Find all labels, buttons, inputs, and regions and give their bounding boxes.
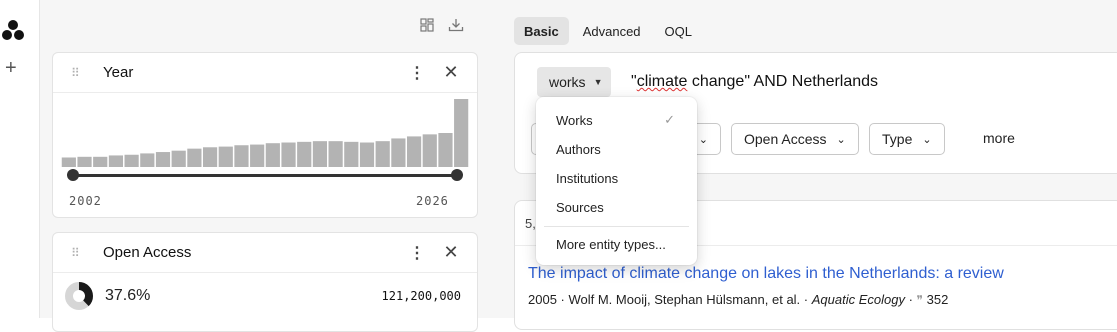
histogram-bar <box>202 147 218 167</box>
year-card-header: ⠿ Year ⋮ ✕ <box>53 53 477 93</box>
result-venue[interactable]: Aquatic Ecology <box>812 292 905 307</box>
menu-item-works[interactable]: Works <box>556 113 593 128</box>
histogram-bar <box>344 141 359 167</box>
histogram-bar <box>375 141 390 167</box>
open-access-donut-chart <box>65 282 93 310</box>
histogram-bar <box>406 136 422 167</box>
year-histogram <box>61 99 469 167</box>
tab-advanced[interactable]: Advanced <box>573 17 651 45</box>
layout-grid-icon[interactable] <box>420 18 434 32</box>
open-access-percent: 37.6% <box>105 287 151 304</box>
download-icon[interactable] <box>448 18 464 32</box>
entity-select-label: works <box>549 74 586 90</box>
app-logo-icon[interactable] <box>2 19 24 41</box>
left-rail: + <box>0 0 40 318</box>
menu-item-more-entity-types[interactable]: More entity types... <box>556 237 666 252</box>
open-access-filter-card: ⠿ Open Access ⋮ ✕ 37.6% 121,200,000 <box>52 232 478 332</box>
result-meta-separator: · <box>904 292 917 307</box>
open-access-card-header: ⠿ Open Access ⋮ ✕ <box>53 233 477 273</box>
result-title-link[interactable]: The impact of climate change on lakes in… <box>528 265 1004 283</box>
query-rest: change" AND Netherlands <box>687 73 879 90</box>
histogram-bar <box>312 141 328 167</box>
filter-panel: ⠿ Year ⋮ ✕ 2002 2026 ⠿ Open Access ⋮ ✕ 3… <box>40 0 498 332</box>
caret-down-icon: ▼ <box>593 77 603 87</box>
year-filter-card: ⠿ Year ⋮ ✕ 2002 2026 <box>52 52 478 218</box>
histogram-bar <box>61 157 76 167</box>
check-icon: ✓ <box>664 112 675 127</box>
filter-open-access-button[interactable]: Open Access ⌄ <box>731 123 859 155</box>
query-misspelled-word: climate <box>636 73 688 90</box>
close-icon[interactable]: ✕ <box>441 62 461 83</box>
histogram-bar <box>124 154 139 167</box>
year-range-start-handle[interactable] <box>67 169 79 181</box>
histogram-bar <box>422 134 437 167</box>
drag-handle-icon[interactable]: ⠿ <box>71 66 91 80</box>
menu-item-sources[interactable]: Sources <box>556 200 604 215</box>
query-mode-tabs: Basic Advanced OQL <box>514 17 702 45</box>
histogram-bar <box>155 152 171 167</box>
panel-tools <box>420 18 464 32</box>
filter-type-label: Type <box>882 131 913 147</box>
year-card-title: Year <box>103 64 134 81</box>
histogram-bar <box>328 141 343 167</box>
drag-handle-icon[interactable]: ⠿ <box>71 246 91 260</box>
tab-oql[interactable]: OQL <box>655 17 702 45</box>
menu-item-authors[interactable]: Authors <box>556 142 601 157</box>
open-access-row[interactable]: 37.6% 121,200,000 <box>53 273 477 319</box>
histogram-bar <box>93 156 108 167</box>
histogram-bar <box>454 99 469 167</box>
histogram-bar <box>250 144 265 167</box>
histogram-bar <box>140 153 155 167</box>
menu-item-institutions[interactable]: Institutions <box>556 171 618 186</box>
result-meta: 2005 · Wolf M. Mooij, Stephan Hülsmann, … <box>528 292 948 307</box>
histogram-bar <box>265 143 280 167</box>
more-filters-link[interactable]: more <box>983 130 1015 146</box>
histogram-bar <box>359 142 375 167</box>
histogram-bar <box>234 145 249 167</box>
chevron-down-icon: ⌄ <box>922 133 932 146</box>
results-count: 5, <box>525 216 536 231</box>
more-options-icon[interactable]: ⋮ <box>407 63 427 83</box>
filter-type-button[interactable]: Type ⌄ <box>869 123 945 155</box>
chevron-down-icon: ⌄ <box>836 133 846 146</box>
tab-basic[interactable]: Basic <box>514 17 569 45</box>
more-options-icon[interactable]: ⋮ <box>407 243 427 263</box>
filter-open-access-label: Open Access <box>744 131 827 147</box>
histogram-bar <box>218 146 233 167</box>
result-meta-authors: 2005 · Wolf M. Mooij, Stephan Hülsmann, … <box>528 292 812 307</box>
chevron-down-icon: ⌄ <box>698 133 708 146</box>
citation-quote-icon: ❞ <box>916 293 923 307</box>
histogram-bar <box>281 142 296 167</box>
histogram-bar <box>171 150 186 167</box>
year-range-end-label: 2026 <box>416 194 449 208</box>
open-access-count: 121,200,000 <box>381 289 461 303</box>
menu-divider <box>544 226 689 227</box>
histogram-bar <box>391 138 406 167</box>
histogram-bar <box>187 148 202 167</box>
entity-dropdown-menu: Works ✓ Authors Institutions Sources Mor… <box>536 97 697 265</box>
year-range-start-label: 2002 <box>69 194 102 208</box>
add-icon[interactable]: + <box>5 58 17 78</box>
year-range-track[interactable] <box>73 174 457 177</box>
search-query-input[interactable]: "climate change" AND Netherlands <box>631 73 878 91</box>
close-icon[interactable]: ✕ <box>441 242 461 263</box>
open-access-card-title: Open Access <box>103 244 192 261</box>
histogram-bar <box>108 155 124 167</box>
entity-select-button[interactable]: works ▼ <box>537 67 611 97</box>
year-range-end-handle[interactable] <box>451 169 463 181</box>
histogram-bar <box>438 133 453 167</box>
result-citation-count: 352 <box>926 292 949 307</box>
histogram-bar <box>297 141 312 167</box>
histogram-bar <box>77 156 92 167</box>
